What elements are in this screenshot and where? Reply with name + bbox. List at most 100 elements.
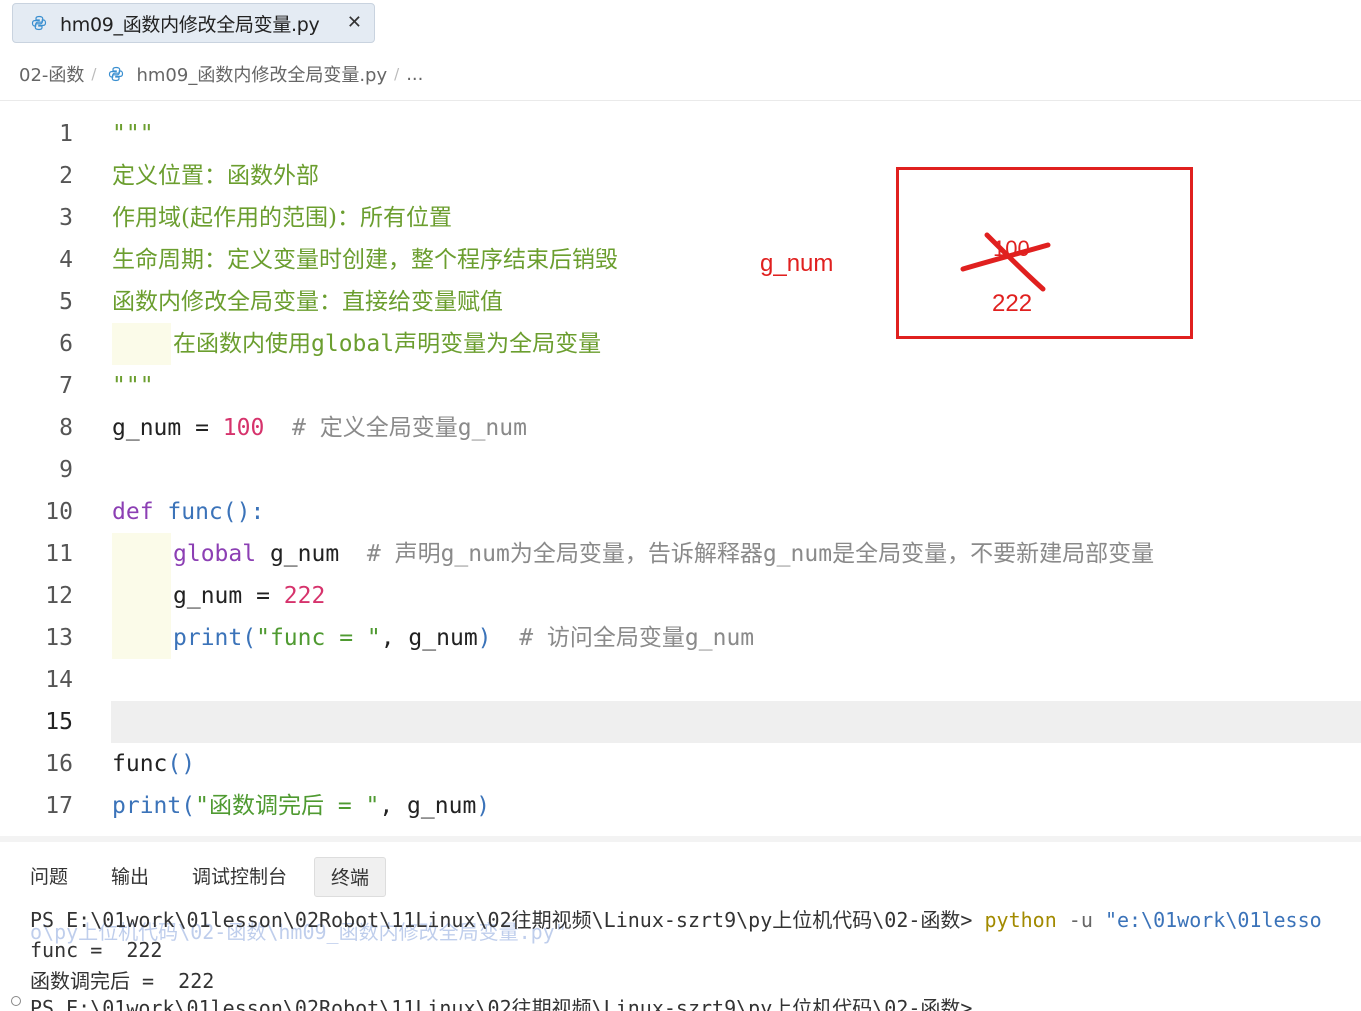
code-text: 作用域(起作用的范围)：所有位置 xyxy=(112,205,452,231)
line-number: 12 xyxy=(45,583,73,609)
code-line: 8 g_num = 100 # 定义全局变量g_num xyxy=(0,407,1361,449)
punctuation-token: (): xyxy=(222,499,265,525)
docstring-keyword: global xyxy=(311,331,395,357)
punctuation-token: ( xyxy=(181,793,196,819)
code-line: 16 func() xyxy=(0,743,1361,785)
comment-token: g_num xyxy=(762,541,833,567)
terminal-path: "e:\01work\01lesso xyxy=(1104,908,1322,932)
breadcrumb-separator: / xyxy=(91,65,97,83)
panel-tab-bar: 问题 输出 调试控制台 终端 xyxy=(0,842,1361,902)
variable-token: , g_num xyxy=(379,793,477,819)
terminal-flag: -u xyxy=(1056,908,1105,932)
line-number: 7 xyxy=(59,373,73,399)
line-number: 17 xyxy=(45,793,73,819)
code-line: 17 print("函数调完后 = ", g_num) xyxy=(0,785,1361,827)
code-line: 7 """ xyxy=(0,365,1361,407)
function-token: func xyxy=(167,499,223,525)
function-token: print xyxy=(112,793,182,819)
code-line: 9 xyxy=(0,449,1361,491)
breadcrumb-file[interactable]: hm09_函数内修改全局变量.py xyxy=(136,61,387,87)
code-text: def func(): xyxy=(112,491,264,533)
prompt-status-icon xyxy=(11,996,21,1006)
number-token: 100 xyxy=(222,415,265,441)
line-number: 14 xyxy=(45,667,73,693)
line-number: 8 xyxy=(59,415,73,441)
terminal-line: 函数调完后 = 222 xyxy=(30,969,215,993)
line-number: 4 xyxy=(59,247,73,273)
comment-token: # xyxy=(366,541,395,567)
line-number: 6 xyxy=(59,331,73,357)
comment-token: 定义全局变量 xyxy=(319,415,458,441)
terminal-line: PS E:\01work\01lesson\02Robot\11Linux\02… xyxy=(30,904,1322,933)
punctuation-token: ) xyxy=(477,625,492,651)
terminal-line: func = 222 xyxy=(30,938,163,962)
close-icon[interactable]: ✕ xyxy=(347,12,362,33)
code-text: global g_num # 声明g_num为全局变量，告诉解释器g_num是全… xyxy=(173,533,1154,575)
tab-terminal[interactable]: 终端 xyxy=(314,857,387,897)
file-tab[interactable]: hm09_函数内修改全局变量.py ✕ xyxy=(12,3,375,43)
variable-token: g_num = xyxy=(173,583,284,609)
comment-token: 声明 xyxy=(394,541,441,567)
code-text: 函数内修改全局变量：直接给变量赋值 xyxy=(112,289,503,315)
variable-token: , g_num xyxy=(380,625,478,651)
comment-token: # xyxy=(264,415,320,441)
python-file-icon xyxy=(109,66,124,82)
breadcrumb-separator: / xyxy=(394,65,400,83)
python-file-icon xyxy=(31,15,47,31)
string-token: = " xyxy=(323,793,380,819)
line-number: 9 xyxy=(59,457,73,483)
comment-token: g_num xyxy=(457,415,527,441)
code-line: 14 xyxy=(0,659,1361,701)
code-line: 10 def func(): xyxy=(0,491,1361,533)
line-number: 11 xyxy=(45,541,73,567)
terminal-command: python xyxy=(984,908,1057,932)
keyword-token: def xyxy=(112,499,168,525)
tab-problems[interactable]: 问题 xyxy=(30,857,68,897)
line-number: 1 xyxy=(59,121,73,147)
code-line: 1 """ xyxy=(0,113,1361,155)
breadcrumb-more[interactable]: ... xyxy=(406,64,423,85)
annotation-label: g_num xyxy=(760,250,834,277)
strikethrough-mark xyxy=(960,232,1051,292)
docstring-text: 在函数内使用 xyxy=(173,331,311,357)
code-text: print("函数调完后 = ", g_num) xyxy=(112,785,490,827)
comment-token: # xyxy=(491,625,547,651)
punctuation-token: () xyxy=(167,751,196,777)
variable-token: g_num = xyxy=(112,415,223,441)
comment-token: g_num xyxy=(684,625,755,651)
keyword-token: global xyxy=(173,541,257,567)
tab-debug-console[interactable]: 调试控制台 xyxy=(192,857,287,897)
comment-token: 为全局变量，告诉解释器 xyxy=(509,541,763,567)
string-token: " xyxy=(195,793,209,819)
line-number: 10 xyxy=(45,499,73,525)
breadcrumb-folder[interactable]: 02-函数 xyxy=(19,61,84,87)
line-number: 16 xyxy=(45,751,73,777)
line-number: 2 xyxy=(59,163,73,189)
editor-tab-bar: hm09_函数内修改全局变量.py ✕ xyxy=(0,0,1361,48)
breadcrumb: 02-函数 / hm09_函数内修改全局变量.py / ... xyxy=(19,60,423,88)
code-line: 12 g_num = 222 xyxy=(0,575,1361,617)
line-number: 15 xyxy=(45,709,73,735)
string-token: "func = " xyxy=(256,625,381,651)
terminal-line: PS E:\01work\01lesson\02Robot\11Linux\02… xyxy=(30,996,973,1011)
docstring-text: 声明变量为全局变量 xyxy=(394,331,602,357)
function-token: print xyxy=(173,625,243,651)
line-number: 3 xyxy=(59,205,73,231)
punctuation-token: ( xyxy=(242,625,257,651)
code-text: print("func = ", g_num) # 访问全局变量g_num xyxy=(173,617,754,659)
terminal[interactable]: o\py上位机代码\02-函数\hm09_函数内修改全局变量.py" PS E:… xyxy=(0,902,1361,1011)
code-line: 13 print("func = ", g_num) # 访问全局变量g_num xyxy=(0,617,1361,659)
current-code-line[interactable]: 15 xyxy=(0,701,1361,743)
tab-output[interactable]: 输出 xyxy=(111,857,149,897)
function-token: func xyxy=(112,751,168,777)
punctuation-token: ) xyxy=(476,793,491,819)
code-text: 定义位置：函数外部 xyxy=(112,163,319,189)
line-number: 5 xyxy=(59,289,73,315)
variable-token: g_num xyxy=(256,541,367,567)
string-token: 函数调完后 xyxy=(208,793,324,819)
line-number: 13 xyxy=(45,625,73,651)
code-text: func() xyxy=(112,743,195,785)
comment-token: 访问全局变量 xyxy=(546,625,685,651)
annotation-new-value: 222 xyxy=(992,290,1033,317)
code-line: 11 global g_num # 声明g_num为全局变量，告诉解释器g_nu… xyxy=(0,533,1361,575)
